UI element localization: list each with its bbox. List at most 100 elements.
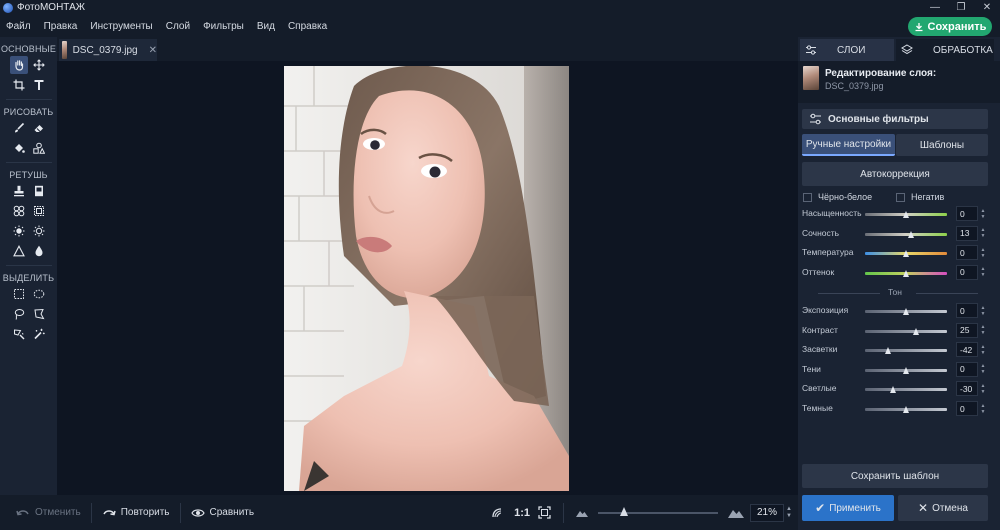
darken-tool[interactable]: [30, 222, 48, 240]
menu-layer[interactable]: Слой: [166, 21, 190, 32]
undo-button[interactable]: Отменить: [6, 495, 91, 530]
stamp-tool[interactable]: [10, 182, 28, 200]
checkbox-box[interactable]: [896, 192, 905, 202]
fit-screen-icon[interactable]: [538, 506, 551, 519]
stepper-down-icon[interactable]: ▼: [981, 233, 986, 239]
slider-stepper[interactable]: ▲ ▼: [979, 342, 987, 357]
editor-canvas[interactable]: [57, 61, 798, 495]
photo-preview[interactable]: [284, 66, 569, 491]
slider-thumb[interactable]: [902, 250, 909, 258]
slider-thumb[interactable]: [890, 386, 897, 394]
slider-value-field[interactable]: -30: [956, 381, 978, 397]
healing-tool[interactable]: [30, 182, 48, 200]
close-window-icon[interactable]: ✕: [974, 0, 1000, 15]
checkbox-box[interactable]: [803, 192, 812, 202]
lasso-tool[interactable]: [10, 305, 28, 323]
menu-filters[interactable]: Фильтры: [203, 21, 244, 32]
slider-thumb[interactable]: [907, 230, 914, 238]
slider-value-field[interactable]: 0: [956, 303, 978, 318]
close-tab-icon[interactable]: ✕: [149, 45, 157, 56]
auto-enhance-icon[interactable]: [490, 506, 504, 520]
minimize-icon[interactable]: —: [922, 0, 948, 15]
save-template-button[interactable]: Сохранить шаблон: [802, 464, 988, 488]
hand-tool[interactable]: [9, 56, 28, 74]
menu-tools[interactable]: Инструменты: [90, 21, 152, 32]
slider-thumb[interactable]: [902, 308, 909, 315]
slider-value-field[interactable]: 13: [956, 225, 978, 241]
sharpen-tool[interactable]: [10, 242, 28, 260]
stepper-down-icon[interactable]: ▼: [981, 350, 986, 356]
rect-select-tool[interactable]: [10, 285, 28, 303]
menu-view[interactable]: Вид: [257, 21, 275, 32]
slider-value-field[interactable]: 0: [956, 361, 978, 377]
save-button[interactable]: Сохранить: [908, 17, 992, 36]
slider-thumb[interactable]: [902, 366, 909, 374]
tab-manual-settings[interactable]: Ручные настройки: [802, 134, 895, 156]
zoom-out-mountain-icon[interactable]: [576, 509, 588, 517]
slider-track[interactable]: [865, 349, 947, 353]
menu-edit[interactable]: Правка: [44, 21, 78, 32]
zoom-value-field[interactable]: 21%: [750, 503, 784, 522]
slider-track[interactable]: [865, 329, 947, 333]
slider-thumb[interactable]: [912, 327, 919, 335]
slider-value-field[interactable]: 0: [956, 401, 978, 416]
eraser-tool[interactable]: [30, 119, 48, 137]
zoom-stepper[interactable]: ▲ ▼: [784, 504, 794, 522]
move-tool[interactable]: [30, 56, 48, 74]
redo-button[interactable]: Повторить: [92, 495, 180, 530]
polygon-lasso-tool[interactable]: [30, 305, 48, 323]
fill-tool[interactable]: [10, 139, 28, 157]
slider-stepper[interactable]: ▲ ▼: [979, 381, 987, 396]
slider-stepper[interactable]: ▲ ▼: [979, 226, 987, 241]
slider-stepper[interactable]: ▲ ▼: [979, 206, 987, 221]
slider-track[interactable]: [865, 388, 947, 392]
magic-lasso-tool[interactable]: [10, 325, 28, 343]
slider-stepper[interactable]: ▲ ▼: [979, 362, 987, 377]
stepper-down-icon[interactable]: ▼: [786, 513, 792, 520]
zoom-in-mountain-icon[interactable]: [728, 508, 744, 518]
slider-stepper[interactable]: ▲ ▼: [979, 265, 987, 280]
shapes-tool[interactable]: [30, 139, 48, 157]
crop-tool[interactable]: [10, 76, 28, 94]
slider-thumb[interactable]: [885, 347, 892, 355]
ellipse-select-tool[interactable]: [30, 285, 48, 303]
slider-value-field[interactable]: -42: [956, 342, 978, 358]
zoom-slider[interactable]: [598, 506, 718, 516]
slider-stepper[interactable]: ▲ ▼: [979, 401, 987, 416]
slider-track[interactable]: [865, 232, 947, 236]
black-white-checkbox[interactable]: Чёрно-белое: [803, 192, 872, 202]
negative-checkbox[interactable]: Негатив: [896, 192, 944, 202]
autocorrection-button[interactable]: Автокоррекция: [802, 162, 988, 186]
stepper-down-icon[interactable]: ▼: [981, 389, 986, 395]
slider-value-field[interactable]: 25: [956, 322, 978, 338]
stepper-down-icon[interactable]: ▼: [981, 409, 986, 415]
slider-value-field[interactable]: 0: [956, 206, 978, 221]
pattern-tool[interactable]: [10, 202, 28, 220]
stepper-down-icon[interactable]: ▼: [981, 214, 986, 220]
document-tab[interactable]: DSC_0379.jpg ✕: [59, 39, 157, 61]
menu-help[interactable]: Справка: [288, 21, 327, 32]
apply-button[interactable]: ✔ Применить: [802, 495, 894, 521]
stepper-down-icon[interactable]: ▼: [981, 330, 986, 336]
slider-thumb[interactable]: [902, 269, 909, 277]
stepper-down-icon[interactable]: ▼: [981, 311, 986, 317]
slider-stepper[interactable]: ▲ ▼: [979, 245, 987, 260]
slider-stepper[interactable]: ▲ ▼: [979, 323, 987, 338]
slider-value-field[interactable]: 0: [956, 245, 978, 261]
zoom-slider-thumb[interactable]: [620, 506, 629, 516]
tab-processing[interactable]: ОБРАБОТКА: [896, 39, 994, 61]
cancel-button[interactable]: ✕ Отмена: [898, 495, 988, 521]
maximize-icon[interactable]: ❐: [948, 0, 974, 15]
slider-value-field[interactable]: 0: [956, 264, 978, 280]
tab-templates[interactable]: Шаблоны: [896, 134, 988, 156]
stepper-down-icon[interactable]: ▼: [981, 272, 986, 278]
magic-wand-tool[interactable]: [30, 325, 48, 343]
frame-tool[interactable]: [30, 202, 48, 220]
stepper-down-icon[interactable]: ▼: [981, 253, 986, 259]
stepper-down-icon[interactable]: ▼: [981, 369, 986, 375]
slider-thumb[interactable]: [902, 406, 909, 413]
brush-tool[interactable]: [10, 119, 28, 137]
stepper-up-icon[interactable]: ▲: [786, 506, 792, 513]
lighten-tool[interactable]: [10, 222, 28, 240]
compare-button[interactable]: Сравнить: [181, 495, 265, 530]
